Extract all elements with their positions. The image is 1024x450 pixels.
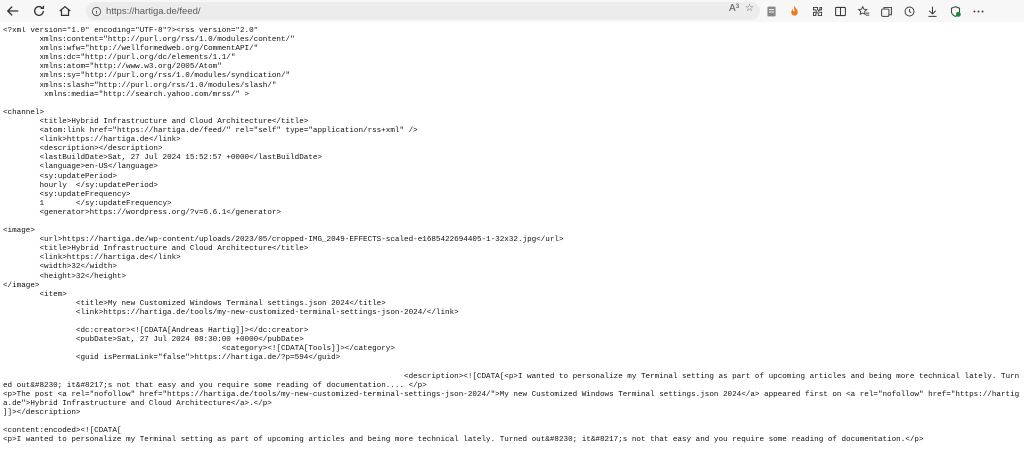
browser-essentials-icon[interactable]: [944, 0, 967, 22]
collections-icon[interactable]: [875, 0, 898, 22]
more-icon[interactable]: [967, 0, 990, 22]
split-screen-icon[interactable]: [829, 0, 852, 22]
favorites-icon[interactable]: [852, 0, 875, 22]
read-aloud-icon[interactable]: A³: [729, 3, 739, 14]
refresh-icon[interactable]: [26, 0, 52, 22]
reader-icon[interactable]: [760, 0, 783, 22]
page-content: <?xml version="1.0" encoding="UTF-8"?><r…: [0, 27, 1024, 450]
url-text: https://hartiga.de/feed/: [106, 5, 201, 17]
extensions-icon[interactable]: [806, 0, 829, 22]
home-icon[interactable]: [52, 0, 78, 22]
history-icon[interactable]: [898, 0, 921, 22]
back-arrow-icon[interactable]: [0, 0, 26, 22]
flame-extension-icon[interactable]: [783, 0, 806, 22]
info-icon[interactable]: [86, 6, 106, 17]
address-bar[interactable]: https://hartiga.de/feed/ A³ ☆: [86, 2, 760, 20]
rss-feed-source: <?xml version="1.0" encoding="UTF-8"?><r…: [3, 27, 1020, 445]
download-icon[interactable]: [921, 0, 944, 22]
browser-toolbar: https://hartiga.de/feed/ A³ ☆: [0, 0, 1024, 22]
star-icon[interactable]: ☆: [745, 3, 754, 14]
